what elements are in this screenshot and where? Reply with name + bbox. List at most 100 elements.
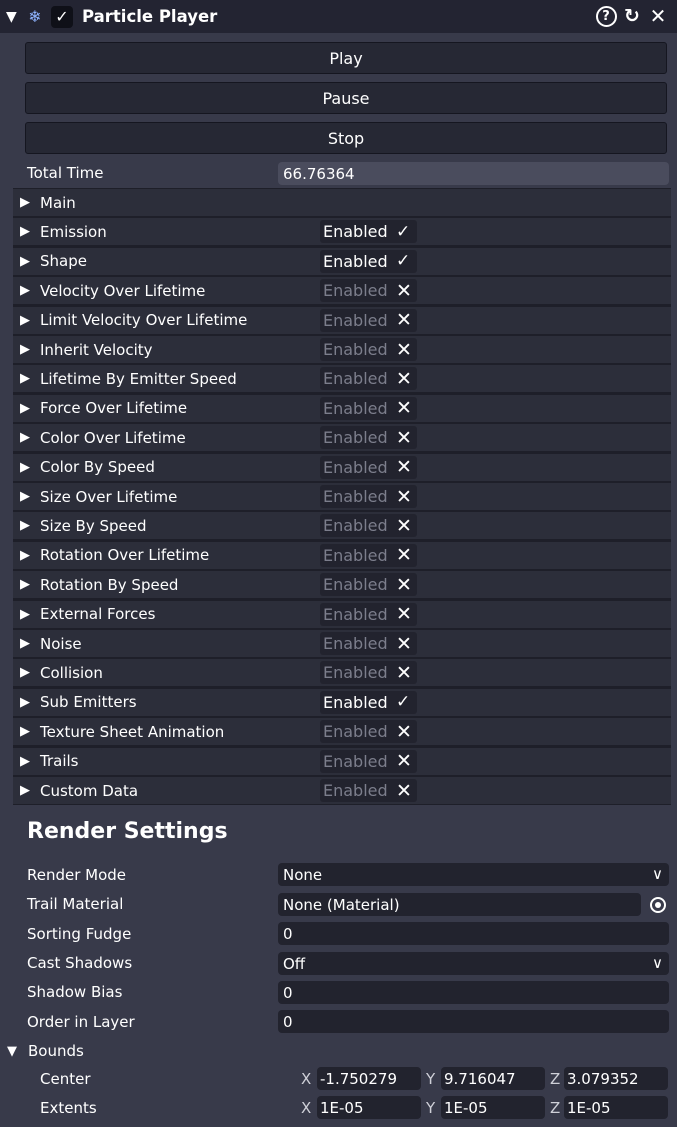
module-name: Size Over Lifetime <box>40 487 178 506</box>
module-enabled-toggle[interactable]: Enabled ✕ <box>320 455 417 479</box>
module-row[interactable]: ▶ Noise Enabled ✕ <box>13 630 671 657</box>
module-row[interactable]: ▶ Rotation By Speed Enabled ✕ <box>13 571 671 599</box>
module-enabled-toggle[interactable]: Enabled ✕ <box>320 543 417 567</box>
component-enabled-checkbox[interactable]: ✓ <box>51 5 73 28</box>
module-enabled-toggle[interactable]: Enabled ✕ <box>320 426 417 450</box>
expand-triangle-icon[interactable]: ▶ <box>20 577 35 592</box>
module-enabled-toggle[interactable]: Enabled ✕ <box>320 514 417 538</box>
cross-icon: ✕ <box>396 456 412 479</box>
reset-icon[interactable]: ↻ <box>621 5 643 27</box>
extents-x-field[interactable]: 1E-05 <box>317 1096 421 1119</box>
module-row[interactable]: ▶ Limit Velocity Over Lifetime Enabled ✕ <box>13 306 671 334</box>
expand-triangle-icon[interactable]: ▶ <box>20 665 35 680</box>
expand-triangle-icon[interactable]: ▶ <box>20 489 35 504</box>
extents-y-field[interactable]: 1E-05 <box>441 1096 545 1119</box>
module-enabled-toggle[interactable]: Enabled ✕ <box>320 485 417 508</box>
module-row[interactable]: ▶ Shape Enabled ✓ <box>13 247 671 275</box>
cross-icon: ✕ <box>396 720 412 743</box>
module-enabled-toggle[interactable]: Enabled ✕ <box>320 632 417 655</box>
pause-button[interactable]: Pause <box>25 82 667 114</box>
close-icon[interactable]: ✕ <box>647 4 669 28</box>
module-name: Custom Data <box>40 781 139 800</box>
module-row[interactable]: ▶ Sub Emitters Enabled ✓ <box>13 688 671 716</box>
module-row[interactable]: ▶ Lifetime By Emitter Speed Enabled ✕ <box>13 365 671 393</box>
module-row[interactable]: ▶ Collision Enabled ✕ <box>13 659 671 687</box>
module-row[interactable]: ▶ Size Over Lifetime Enabled ✕ <box>13 483 671 510</box>
expand-triangle-icon[interactable]: ▶ <box>20 195 35 210</box>
module-row[interactable]: ▶ Velocity Over Lifetime Enabled ✕ <box>13 277 671 305</box>
cast-shadows-dropdown[interactable]: Off ∨ <box>278 952 669 975</box>
center-z-field[interactable]: 3.079352 <box>564 1067 668 1090</box>
enabled-label: Enabled <box>323 604 388 624</box>
render-mode-dropdown[interactable]: None ∨ <box>278 863 669 886</box>
module-name: Collision <box>40 663 103 682</box>
module-row[interactable]: ▶ Texture Sheet Animation Enabled ✕ <box>13 718 671 746</box>
bounds-foldout[interactable]: ▼ Bounds <box>7 1042 84 1060</box>
module-enabled-toggle[interactable]: Enabled ✓ <box>320 220 417 244</box>
module-row[interactable]: ▶ Force Over Lifetime Enabled ✕ <box>13 394 671 422</box>
expand-triangle-icon[interactable]: ▶ <box>20 283 35 298</box>
cross-icon: ✕ <box>396 309 412 332</box>
module-row[interactable]: ▶ Trails Enabled ✕ <box>13 747 671 775</box>
trail-material-field[interactable]: None (Material) <box>278 893 641 916</box>
expand-triangle-icon[interactable]: ▶ <box>20 342 35 357</box>
stop-button[interactable]: Stop <box>25 122 667 154</box>
enabled-label: Enabled <box>323 692 388 712</box>
module-row[interactable]: ▶ Size By Speed Enabled ✕ <box>13 512 671 540</box>
expand-triangle-icon[interactable]: ▶ <box>20 430 35 445</box>
object-picker-icon[interactable] <box>650 897 666 913</box>
shadow-bias-field[interactable]: 0 <box>278 981 669 1004</box>
center-y-field[interactable]: 9.716047 <box>441 1067 545 1090</box>
expand-triangle-icon[interactable]: ▶ <box>20 783 35 798</box>
expand-triangle-icon[interactable]: ▶ <box>20 401 35 416</box>
module-row[interactable]: ▶ Emission Enabled ✓ <box>13 218 671 246</box>
cross-icon: ✕ <box>396 279 412 302</box>
module-enabled-toggle[interactable]: Enabled ✕ <box>320 338 417 361</box>
module-enabled-toggle[interactable]: Enabled ✕ <box>320 573 417 597</box>
module-row[interactable]: ▶ External Forces Enabled ✕ <box>13 600 671 628</box>
expand-triangle-icon[interactable]: ▶ <box>20 607 35 622</box>
module-enabled-toggle[interactable]: Enabled ✕ <box>320 779 417 802</box>
expand-triangle-icon[interactable]: ▶ <box>20 754 35 769</box>
module-enabled-toggle[interactable]: Enabled ✕ <box>320 720 417 744</box>
module-enabled-toggle[interactable]: Enabled ✕ <box>320 279 417 303</box>
expand-triangle-icon[interactable]: ▶ <box>20 224 35 239</box>
expand-triangle-icon[interactable]: ▶ <box>20 518 35 533</box>
module-name: Texture Sheet Animation <box>40 722 225 741</box>
extents-z-field[interactable]: 1E-05 <box>564 1096 668 1119</box>
expand-triangle-icon[interactable]: ▶ <box>20 254 35 269</box>
module-row[interactable]: ▶ Color By Speed Enabled ✕ <box>13 453 671 481</box>
chevron-down-icon: ∨ <box>652 865 663 883</box>
expand-triangle-icon[interactable]: ▶ <box>20 548 35 563</box>
expand-triangle-icon[interactable]: ▶ <box>20 313 35 328</box>
play-button[interactable]: Play <box>25 42 667 74</box>
sorting-fudge-field[interactable]: 0 <box>278 922 669 945</box>
module-enabled-toggle[interactable]: Enabled ✕ <box>320 308 417 332</box>
enabled-label: Enabled <box>323 222 388 242</box>
module-row[interactable]: ▶ Color Over Lifetime Enabled ✕ <box>13 424 671 452</box>
module-enabled-toggle[interactable]: Enabled ✕ <box>320 749 417 773</box>
expand-triangle-icon[interactable]: ▶ <box>20 460 35 475</box>
module-name: Lifetime By Emitter Speed <box>40 369 237 388</box>
module-enabled-toggle[interactable]: Enabled ✕ <box>320 367 417 391</box>
extents-y-axis-label: Y <box>426 1099 436 1117</box>
help-button[interactable]: ? <box>595 5 617 27</box>
module-enabled-toggle[interactable]: Enabled ✓ <box>320 249 417 273</box>
expand-triangle-icon[interactable]: ▶ <box>20 636 35 651</box>
module-row[interactable]: ▶ Rotation Over Lifetime Enabled ✕ <box>13 541 671 569</box>
module-enabled-toggle[interactable]: Enabled ✕ <box>320 602 417 626</box>
module-row[interactable]: ▶ Inherit Velocity Enabled ✕ <box>13 336 671 363</box>
expand-triangle-icon[interactable]: ▶ <box>20 724 35 739</box>
module-row[interactable]: ▶ Main <box>13 189 671 216</box>
expand-triangle-icon[interactable]: ▶ <box>20 695 35 710</box>
collapse-triangle-icon[interactable]: ▼ <box>6 9 20 25</box>
module-row[interactable]: ▶ Custom Data Enabled ✕ <box>13 777 671 804</box>
center-x-field[interactable]: -1.750279 <box>317 1067 421 1090</box>
module-enabled-toggle[interactable]: Enabled ✕ <box>320 661 417 685</box>
module-enabled-toggle[interactable]: Enabled ✕ <box>320 396 417 420</box>
enabled-label: Enabled <box>323 310 388 330</box>
order-in-layer-field[interactable]: 0 <box>278 1010 669 1033</box>
total-time-field[interactable]: 66.76364 <box>278 162 669 185</box>
expand-triangle-icon[interactable]: ▶ <box>20 371 35 386</box>
module-enabled-toggle[interactable]: Enabled ✓ <box>320 690 417 714</box>
